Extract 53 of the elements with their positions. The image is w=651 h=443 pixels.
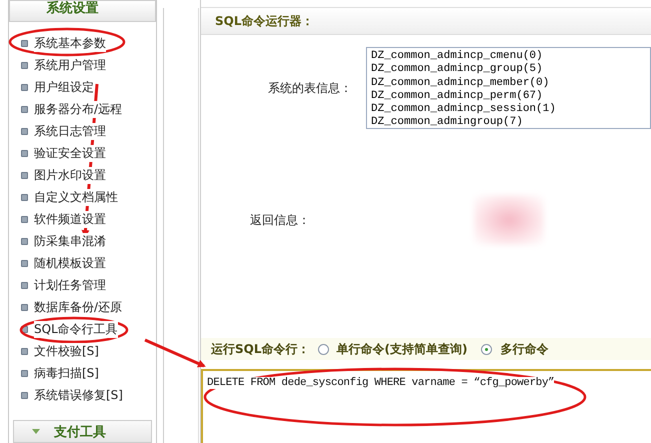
bullet-icon (21, 150, 28, 156)
sidebar-item[interactable]: 服务器分布/远程 (34, 100, 122, 118)
list-option[interactable]: DZ_common_admincp_cmenu(0) (371, 50, 646, 64)
sidebar-item[interactable]: 自定义文档属性 (34, 188, 118, 206)
sidebar-item[interactable]: 文件校验[S] (34, 342, 99, 360)
sidebar-item[interactable]: 软件频道设置 (34, 210, 106, 228)
field-label: 系统的表信息： (267, 80, 353, 96)
bullet-icon (21, 84, 28, 90)
list-option[interactable]: DZ_common_admincp_group(5) (371, 63, 646, 77)
radio-label[interactable]: 单行命令(支持简单查询) (336, 340, 468, 358)
sidebar-item[interactable]: SQL命令行工具 (34, 320, 118, 338)
sidebar-item[interactable]: 系统用户管理 (34, 56, 106, 74)
list-option[interactable]: DZ_common_admingroup(7) (371, 116, 646, 130)
field-label: 运行SQL命令行： (211, 340, 310, 358)
annotation-arrow (144, 338, 206, 368)
bullet-icon (21, 40, 28, 46)
bullet-icon (21, 128, 28, 134)
bullet-icon (21, 62, 28, 68)
bullet-icon (21, 260, 28, 266)
sidebar-item[interactable]: 病毒扫描[S] (34, 364, 99, 382)
bullet-icon (21, 370, 28, 376)
bullet-icon (21, 304, 28, 310)
sidebar-item[interactable]: 数据库备份/还原 (34, 298, 122, 316)
table-listbox[interactable]: DZ_common_admincp_cmenu(0) DZ_common_admincp_group(5) DZ_common_admincp_member(0) DZ_common_admincp_perm(67) DZ_common_admincp_session(1) DZ_common_admingroup(7) (366, 47, 651, 129)
chevron-icon (32, 429, 40, 434)
list-option[interactable]: DZ_common_admincp_member(0) (371, 76, 646, 90)
sidebar-item[interactable]: 用户组设定 (34, 78, 94, 96)
radio-button[interactable] (481, 344, 492, 354)
sidebar-item[interactable]: 随机模板设置 (34, 254, 106, 272)
section-header[interactable]: 系统设置 (9, 0, 156, 22)
bullet-icon (21, 172, 28, 178)
bullet-icon (21, 194, 28, 200)
command-textarea[interactable]: DELETE FROM dede_sysconfig WHERE varname = “cfg_powerby” (201, 369, 651, 443)
sidebar-item[interactable]: 图片水印设置 (34, 166, 106, 184)
sidebar-item[interactable]: 计划任务管理 (34, 276, 106, 294)
bullet-icon (21, 392, 28, 398)
sidebar-item[interactable]: 系统基本参数 (34, 34, 106, 52)
bullet-icon (21, 238, 28, 244)
field-label: 返回信息： (249, 212, 311, 228)
bullet-icon (21, 216, 28, 222)
radio-button[interactable] (318, 344, 328, 354)
bullet-icon (21, 106, 28, 112)
section-header[interactable]: 支付工具 (13, 420, 152, 443)
list-option[interactable]: DZ_common_admincp_session(1) (371, 103, 646, 116)
list-option[interactable]: DZ_common_admincp_perm(67) (371, 90, 646, 104)
radio-label[interactable]: 多行命令 (500, 340, 548, 358)
bullet-icon (21, 348, 28, 354)
sidebar-item[interactable]: 系统日志管理 (34, 122, 106, 140)
sidebar-item[interactable]: 验证安全设置 (34, 144, 106, 162)
sidebar-item[interactable]: 系统错误修复[S] (34, 386, 123, 404)
sidebar-item[interactable]: 防采集串混淆 (34, 232, 106, 250)
panel-title: SQL命令运行器： (201, 7, 651, 35)
bullet-icon (21, 282, 28, 288)
